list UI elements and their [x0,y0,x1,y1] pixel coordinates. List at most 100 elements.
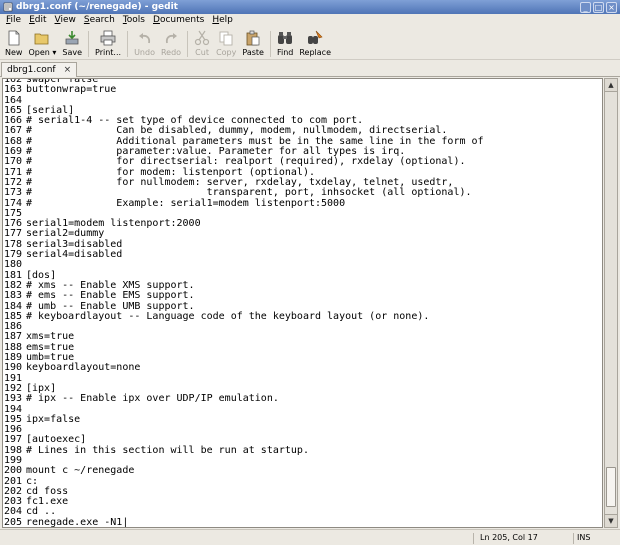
close-window-button[interactable]: × [606,1,617,13]
editor-line[interactable]: 185 # keyboardlayout -- Language code of … [4,310,484,322]
paste-button[interactable]: Paste [239,28,267,58]
cursor-position: Ln 205, Col 17 [473,533,571,544]
menu-tools-label: ools [126,15,145,25]
line-text: # ipx -- Enable ipx over UDP/IP emulatio… [26,393,279,405]
cut-button[interactable]: Cut [191,28,213,58]
text-editor[interactable]: 162 swapcr false 163 buttonwrap=true 164 165[… [2,78,603,528]
menu-search[interactable]: Search [80,14,119,27]
gedit-app-icon [3,2,13,12]
minimize-button[interactable]: _ [580,1,591,13]
tab-dbrg1-conf[interactable]: dbrg1.conf × [1,62,78,77]
title-bar[interactable]: dbrg1.conf (~/renegade) - gedit _ □ × [0,0,620,14]
cut-button-label: Cut [195,48,209,57]
save-button[interactable]: Save [59,28,85,58]
scrollbar-thumb[interactable] [606,467,616,507]
menu-view-label: iew [60,15,76,25]
line-text: ipx=false [26,413,81,425]
find-button-label: Find [276,48,294,57]
save-icon [65,31,79,45]
editor-line[interactable]: 190 keyboardlayout=none [4,362,484,374]
find-button[interactable]: Find [274,28,296,58]
redo-icon [165,33,178,44]
replace-button-label: Replace [299,48,331,57]
menu-tools[interactable]: Tools [119,14,149,27]
line-text: buttonwrap=true [26,84,117,96]
editor-line[interactable]: 191 [4,373,484,384]
undo-button[interactable]: Undo [131,28,158,58]
editor-line[interactable]: 205 renegade.exe -N1| [4,516,484,528]
toolbar: New Open ▾ Save Print... Undo Redo Cut C… [0,28,620,60]
menu-help[interactable]: Help [208,14,237,27]
line-text: serial4=disabled [26,249,123,261]
redo-button[interactable]: Redo [158,28,184,58]
line-number: 183 [4,290,23,302]
scroll-up-arrow-icon[interactable]: ▲ [605,79,617,92]
line-text: mount c ~/renegade [26,465,135,477]
editor-line[interactable]: 198 # Lines in this section will be run a… [4,444,484,456]
menu-documents[interactable]: Documents [149,14,208,27]
toolbar-separator [88,31,90,57]
editor-line[interactable]: 163 buttonwrap=true [4,84,484,96]
editor-line[interactable]: 200 mount c ~/renegade [4,465,484,477]
editor-line[interactable]: 195 ipx=false [4,413,484,425]
editor-line[interactable]: 202 cd foss [4,486,484,497]
open-label-text: Open [28,48,50,57]
menu-edit[interactable]: Edit [25,14,50,27]
open-button[interactable]: Open ▾ [25,28,59,58]
vertical-scrollbar[interactable]: ▲ ▼ [604,78,618,528]
open-dropdown-arrow-icon[interactable]: ▾ [52,48,56,57]
menu-documents-label: ocuments [159,15,205,25]
line-number: 193 [4,393,23,405]
editor-line[interactable]: 203 fc1.exe [4,496,484,507]
editor-line[interactable]: 187 xms=true [4,332,484,343]
close-tab-icon[interactable]: × [64,65,72,75]
find-replace-icon [308,30,323,44]
scroll-down-arrow-icon[interactable]: ▼ [605,514,617,527]
new-button[interactable]: New [2,28,25,58]
line-text: # keyboardlayout -- Language code of the… [26,310,430,322]
editor-line[interactable]: 188 ems=true [4,342,484,353]
print-button[interactable]: Print... [92,28,124,58]
menu-view[interactable]: View [51,14,80,27]
copy-button-label: Copy [216,48,237,57]
new-document-icon [8,30,20,46]
editor-line[interactable]: 164 [4,95,484,106]
toolbar-separator [269,31,271,57]
document-tab-bar: dbrg1.conf × [0,61,620,77]
editor-line[interactable]: 180 [4,260,484,271]
line-text: # Lines in this section will be run at s… [26,444,309,456]
tab-label: dbrg1.conf [7,65,56,75]
undo-button-label: Undo [134,48,155,57]
window-title: dbrg1.conf (~/renegade) - gedit [16,2,178,12]
save-button-label: Save [62,48,83,57]
binoculars-icon [278,32,293,44]
editor-line[interactable]: 174 # Example: serial1=modem listenport:5… [4,198,484,209]
line-text: keyboardlayout=none [26,362,141,374]
redo-button-label: Redo [160,48,182,57]
replace-button[interactable]: Replace [296,28,334,58]
paste-clipboard-icon [246,30,260,46]
editor-line[interactable]: 179 serial4=disabled [4,249,484,261]
line-number: 205 [4,516,23,528]
editor-line[interactable]: 186 [4,321,484,332]
menu-documents-mnemonic: D [153,15,160,25]
new-button-label: New [5,48,23,57]
undo-icon [138,33,150,44]
insert-mode-indicator: INS [573,533,617,544]
copy-button[interactable]: Copy [213,28,239,58]
copy-icon [219,31,233,46]
editor-line[interactable]: 201 c: [4,476,484,487]
maximize-button[interactable]: □ [593,1,604,13]
editor-lines: 162 swapcr false 163 buttonwrap=true 164 165[… [4,79,484,528]
print-button-label: Print... [95,48,122,57]
scissors-icon [194,30,210,46]
menu-bar: File Edit View Search Tools Documents He… [0,14,620,27]
editor-line[interactable]: 193 # ipx -- Enable ipx over UDP/IP emula… [4,393,484,405]
menu-help-label: elp [219,15,233,25]
status-bar: Ln 205, Col 17 INS [0,529,620,545]
paste-button-label: Paste [242,48,264,57]
menu-file-label: ile [10,15,22,25]
open-folder-icon [35,33,49,45]
menu-file[interactable]: File [2,14,25,27]
toolbar-separator [187,31,189,57]
